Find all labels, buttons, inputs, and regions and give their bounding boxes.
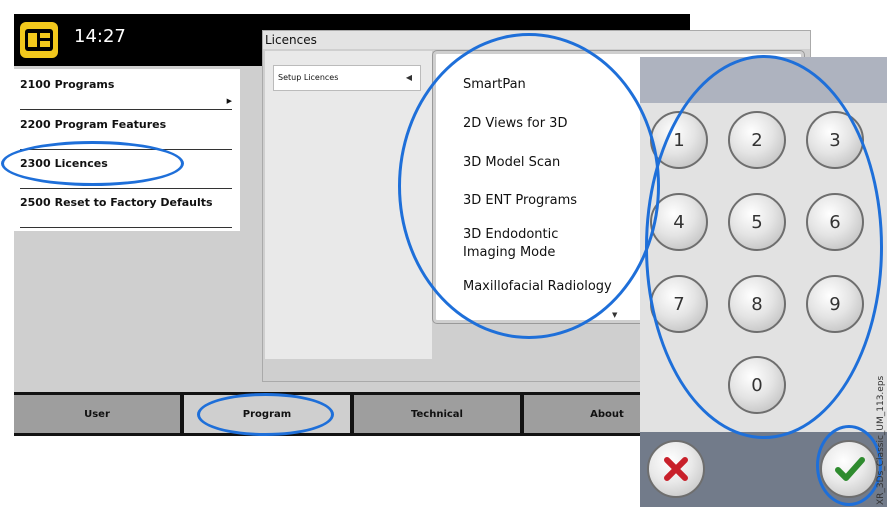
highlight-program-tab: [197, 393, 334, 436]
submenu-arrow-icon: ▶: [226, 97, 232, 105]
x-icon: [664, 457, 688, 481]
bottom-tab-bar: User Program Technical About: [14, 392, 690, 436]
menu-item-reset-defaults[interactable]: 2500 Reset to Factory Defaults: [20, 189, 232, 228]
arrow-left-icon: ◀: [405, 73, 412, 82]
menu-item-programs[interactable]: 2100 Programs ▶: [20, 71, 232, 110]
setup-licences-button[interactable]: Setup Licences ◀: [273, 65, 421, 91]
tab-label: User: [84, 408, 110, 420]
clock: 14:27: [74, 26, 126, 47]
cancel-button[interactable]: [647, 440, 705, 498]
menu-item-label: 2200 Program Features: [20, 118, 167, 131]
highlight-licences-menu: [1, 141, 184, 186]
side-caption: XR_3Ds_Classic_UM_113.eps: [865, 355, 887, 507]
highlight-licence-list: [398, 33, 660, 339]
highlight-keypad: [645, 55, 883, 439]
tab-label: About: [590, 408, 624, 420]
tab-technical[interactable]: Technical: [354, 395, 520, 433]
scroll-down-icon[interactable]: ▼: [612, 311, 617, 319]
menu-item-label: 2500 Reset to Factory Defaults: [20, 196, 213, 209]
setup-licences-label: Setup Licences: [278, 73, 339, 82]
device-logo-icon[interactable]: [20, 22, 58, 58]
tab-label: Technical: [411, 408, 463, 420]
figure-file-caption: XR_3Ds_Classic_UM_113.eps: [876, 375, 886, 505]
tab-user[interactable]: User: [14, 395, 180, 433]
menu-item-label: 2100 Programs: [20, 78, 115, 91]
